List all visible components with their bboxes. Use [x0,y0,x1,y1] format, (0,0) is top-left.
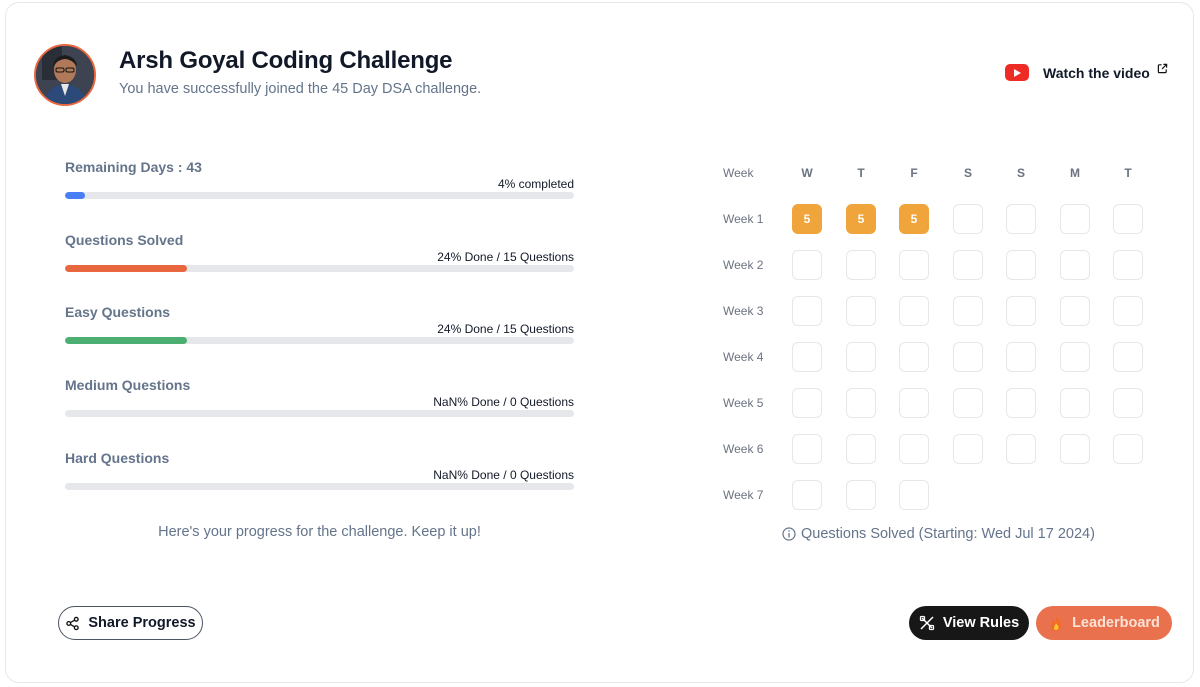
calendar-day-cell [899,480,929,510]
progress-fill [65,192,86,199]
progress-fill [65,265,188,272]
stat-label: Remaining Days : 43 [65,159,202,175]
calendar-day-header: S [1016,166,1025,180]
watch-video-label: Watch the video [1043,64,1150,81]
share-progress-button[interactable]: Share Progress [58,606,203,640]
calendar-day-cell: 5 [792,204,822,234]
calendar-day-cell [953,250,983,280]
calendar-day-cell [1060,388,1090,418]
youtube-icon [1005,64,1029,81]
calendar-day-cell [846,250,876,280]
week-label: Week 2 [723,258,764,272]
calendar-day-cell [953,434,983,464]
stat-value: 24% Done / 15 Questions [437,322,574,336]
calendar-day-cell [792,342,822,372]
progress-track [65,337,574,344]
calendar-day-cell: 5 [899,204,929,234]
calendar-day-cell [1006,342,1036,372]
calendar-day-cell [1113,434,1143,464]
info-icon [782,527,796,541]
calendar-day-cell [1113,296,1143,326]
challenge-card: Arsh Goyal Coding Challenge You have suc… [5,2,1194,683]
calendar-day-header: M [1070,166,1080,180]
calendar-day-cell [953,204,983,234]
calendar-day-cell [1006,296,1036,326]
calendar-day-cell [792,296,822,326]
stat-value: 24% Done / 15 Questions [437,250,574,264]
calendar-day-cell [846,434,876,464]
calendar-day-cell [899,434,929,464]
calendar-day-header: W [801,166,813,180]
calendar-day-cell: 5 [846,204,876,234]
calendar-day-cell [1006,388,1036,418]
calendar-day-cell [1113,204,1143,234]
calendar-week-header: Week [723,166,754,180]
stat-value: 4% completed [497,177,574,191]
week-label: Week 5 [723,396,764,410]
calendar-day-cell [1113,250,1143,280]
calendar-day-header: T [1124,166,1132,180]
calendar-day-cell [1006,204,1036,234]
calendar-day-cell [953,296,983,326]
calendar-day-cell [953,342,983,372]
calendar-day-cell [953,388,983,418]
page-subtitle: You have successfully joined the 45 Day … [119,81,482,97]
calendar-day-cell [846,342,876,372]
calendar-note: Questions Solved (Starting: Wed Jul 17 2… [782,526,1095,542]
leaderboard-label: Leaderboard [1072,615,1160,631]
calendar-day-cell [846,296,876,326]
calendar-day-cell [846,388,876,418]
week-label: Week 4 [723,350,764,364]
rules-icon [919,615,935,631]
share-icon [65,616,80,631]
calendar-day-header: F [910,166,918,180]
watch-video-link[interactable]: Watch the video [1005,63,1168,81]
calendar-day-cell [792,480,822,510]
progress-track [65,265,574,272]
calendar-day-header: S [963,166,972,180]
calendar-day-cell [1006,434,1036,464]
stat-label: Medium Questions [65,377,191,393]
progress-track [65,410,574,417]
progress-note: Here's your progress for the challenge. … [158,524,481,540]
calendar-day-cell [792,388,822,418]
calendar-day-cell [1060,342,1090,372]
week-label: Week 1 [723,212,764,226]
stat-label: Hard Questions [65,450,170,466]
calendar-day-cell [1113,388,1143,418]
week-label: Week 3 [723,304,764,318]
week-label: Week 7 [723,488,764,502]
calendar-day-cell [792,250,822,280]
calendar-day-cell [1060,296,1090,326]
progress-fill [65,337,188,344]
calendar-day-cell [1113,342,1143,372]
calendar-day-cell [899,250,929,280]
leaderboard-button[interactable]: Leaderboard [1036,606,1172,640]
stat-label: Questions Solved [65,232,184,248]
calendar-day-cell [1060,250,1090,280]
calendar-note-text: Questions Solved (Starting: Wed Jul 17 2… [801,526,1095,542]
calendar-day-cell [899,296,929,326]
progress-track [65,192,574,199]
share-progress-label: Share Progress [88,615,196,631]
calendar-day-cell [899,388,929,418]
external-link-icon [1157,63,1168,74]
avatar [34,44,96,106]
stat-value: NaN% Done / 0 Questions [433,468,574,482]
calendar-day-cell [846,480,876,510]
page-title: Arsh Goyal Coding Challenge [119,47,453,74]
stat-value: NaN% Done / 0 Questions [433,395,574,409]
stat-label: Easy Questions [65,304,171,320]
fire-icon [1048,614,1064,632]
calendar-day-cell [899,342,929,372]
calendar-day-cell [792,434,822,464]
week-label: Week 6 [723,442,764,456]
calendar-day-cell [1006,250,1036,280]
progress-track [65,483,574,490]
calendar-day-cell [1060,204,1090,234]
view-rules-button[interactable]: View Rules [909,606,1029,640]
calendar-day-header: T [857,166,865,180]
view-rules-label: View Rules [942,615,1020,631]
calendar-day-cell [1060,434,1090,464]
